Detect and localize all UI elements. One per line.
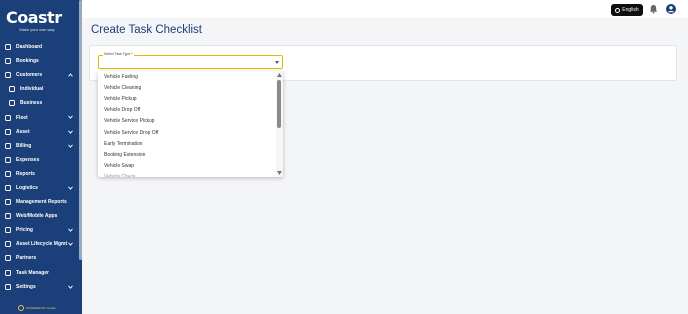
dropdown-option[interactable]: Booking Extension <box>98 149 283 160</box>
dropdown-option[interactable]: Vehicle Drop Off <box>98 105 283 116</box>
sidebar-item-label: Asset Lifecycle Mgmt <box>16 241 68 248</box>
sidebar-nav: Dashboard Bookings Customers Individual Busi… <box>0 40 82 294</box>
sidebar-item-label: Bookings <box>16 58 39 65</box>
chevron-down-icon[interactable] <box>68 144 73 148</box>
sidebar-item-label: Logistics <box>16 184 38 191</box>
dropdown-option[interactable]: Vehicle Service Pickup <box>98 116 283 127</box>
dashboard-icon <box>5 44 11 50</box>
sidebar-item-task-manager[interactable]: Task Manager <box>0 266 82 280</box>
dropdown-scrollbar[interactable] <box>276 71 283 177</box>
truck-icon <box>5 185 11 191</box>
lifecycle-icon <box>5 241 11 248</box>
caret-down-icon[interactable] <box>275 61 279 64</box>
user-circle-icon[interactable] <box>666 4 676 14</box>
task-icon <box>5 269 11 276</box>
sidebar-item-fleet[interactable]: Fleet <box>0 110 82 124</box>
top-bar <box>82 0 688 18</box>
sidebar-item-logistics[interactable]: Logistics <box>0 181 82 195</box>
car-icon <box>5 114 11 121</box>
sidebar-item-label: Individual <box>20 86 44 93</box>
sidebar-item-label: Expenses <box>16 156 40 163</box>
sidebar-item-label: Reports <box>16 170 35 177</box>
customers-icon <box>5 72 11 79</box>
brand-tagline: Make your own way <box>19 27 55 32</box>
sidebar-item-dashboard[interactable]: Dashboard <box>0 40 82 54</box>
chevron-down-icon[interactable] <box>68 285 73 289</box>
sidebar-item-billing[interactable]: Billing <box>0 139 82 153</box>
dropdown-option[interactable]: Vehicle Check <box>98 172 283 177</box>
asset-icon <box>5 128 11 135</box>
bookings-icon <box>5 58 11 65</box>
task-type-select[interactable] <box>98 55 283 69</box>
sidebar-item-label: Fleet <box>16 114 28 121</box>
language-button[interactable]: English <box>611 4 643 16</box>
dropdown-option[interactable]: Vehicle Cleaning <box>98 82 283 93</box>
dropdown-option[interactable]: Vehicle Service Drop Off <box>98 127 283 138</box>
task-type-dropdown: Vehicle Fueling Vehicle Cleaning Vehicle P… <box>98 71 283 177</box>
scroll-up-icon[interactable] <box>277 73 282 77</box>
sidebar-item-business[interactable]: Business <box>0 96 82 110</box>
person-icon <box>9 86 15 93</box>
sidebar-item-label: Asset <box>16 128 30 135</box>
expenses-icon <box>5 156 11 163</box>
scroll-down-icon[interactable] <box>277 171 282 175</box>
bell-icon[interactable] <box>649 4 658 14</box>
brand-name: Coastr <box>6 8 62 27</box>
sidebar-item-label: Dashboard <box>16 44 43 51</box>
sidebar-item-individual[interactable]: Individual <box>0 82 82 96</box>
sidebar-item-management-reports[interactable]: Management Reports <box>0 195 82 209</box>
brand-logo[interactable]: Coastr Make your own way <box>6 8 68 33</box>
chevron-down-icon[interactable] <box>68 115 73 120</box>
chevron-down-icon[interactable] <box>68 130 73 134</box>
sidebar-item-label: Web/Mobile Apps <box>16 213 58 220</box>
sidebar-item-label: Customers <box>16 72 43 79</box>
page-title: Create Task Checklist <box>91 24 202 36</box>
sidebar-scrollbar[interactable] <box>79 0 82 260</box>
language-label: English <box>622 7 639 13</box>
powered-by-text: POWERED BY Coastr <box>26 306 56 310</box>
chevron-down-icon[interactable] <box>68 242 73 247</box>
sidebar-item-label: Business <box>20 100 43 107</box>
apps-icon <box>5 213 11 220</box>
sidebar: Coastr Make your own way Dashboard Bookin… <box>0 0 82 314</box>
sidebar-item-reports[interactable]: Reports <box>0 167 82 181</box>
sidebar-item-label: Billing <box>16 142 32 149</box>
globe-icon <box>615 7 621 13</box>
chevron-down-icon[interactable] <box>68 186 73 190</box>
dropdown-option[interactable]: Vehicle Pickup <box>98 93 283 104</box>
task-type-label: Select Task Type * <box>103 52 134 56</box>
partners-icon <box>5 255 11 262</box>
sidebar-item-settings[interactable]: Settings <box>0 280 82 294</box>
building-icon <box>9 100 15 107</box>
sidebar-item-asset-lifecycle-mgmt[interactable]: Asset Lifecycle Mgmt <box>0 237 82 251</box>
sidebar-item-label: Task Manager <box>16 269 49 276</box>
sidebar-item-label: Management Reports <box>16 199 67 206</box>
dropdown-scroll-thumb[interactable] <box>277 80 281 128</box>
sidebar-item-bookings[interactable]: Bookings <box>0 54 82 68</box>
sidebar-item-expenses[interactable]: Expenses <box>0 153 82 167</box>
sidebar-item-pricing[interactable]: Pricing <box>0 223 82 237</box>
powered-by: POWERED BY Coastr <box>18 305 56 311</box>
chevron-up-icon[interactable] <box>68 73 73 77</box>
dropdown-option[interactable]: Vehicle Fueling <box>98 71 283 82</box>
tag-icon <box>5 227 11 234</box>
reports-icon <box>5 170 11 177</box>
coastr-badge-icon <box>18 305 24 311</box>
billing-icon <box>5 142 11 149</box>
sidebar-item-label: Settings <box>16 283 36 290</box>
sidebar-item-partners[interactable]: Partners <box>0 251 82 265</box>
management-reports-icon <box>5 199 11 206</box>
sidebar-item-customers[interactable]: Customers <box>0 68 82 82</box>
chevron-down-icon[interactable] <box>68 228 73 233</box>
dropdown-option[interactable]: Vehicle Swap <box>98 161 283 172</box>
dropdown-option[interactable]: Early Termination <box>98 138 283 149</box>
gear-icon <box>5 283 11 290</box>
sidebar-item-label: Pricing <box>16 227 33 234</box>
sidebar-item-web-mobile-apps[interactable]: Web/Mobile Apps <box>0 209 82 223</box>
sidebar-item-asset[interactable]: Asset <box>0 125 82 139</box>
sidebar-item-label: Partners <box>16 255 37 262</box>
